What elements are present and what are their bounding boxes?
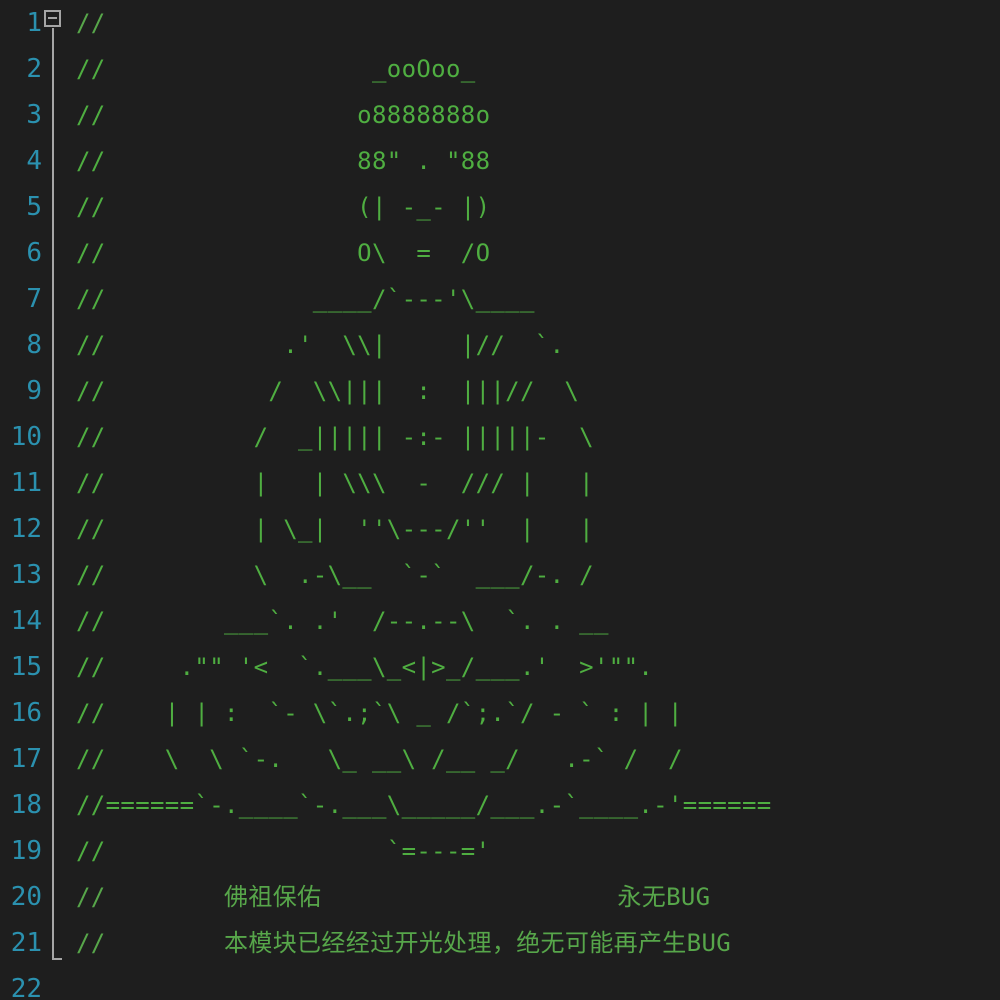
code-line[interactable]: // 本模块已经经过开光处理，绝无可能再产生BUG	[76, 920, 731, 966]
code-line[interactable]: // | | : `- \`.;`\ _ /`;.`/ - ` : | |	[76, 690, 683, 736]
code-line[interactable]: // \ \ `-. \_ __\ /__ _/ .-` / /	[76, 736, 683, 782]
code-line[interactable]: //	[76, 0, 106, 46]
code-line[interactable]: // .' \\| |// `.	[76, 322, 564, 368]
code-line[interactable]: // / \\||| : |||// \	[76, 368, 579, 414]
code-line[interactable]: // | | \\\ - /// | |	[76, 460, 594, 506]
code-area[interactable]: // // _ooOoo_ // o8888888o // 88" . "88 …	[0, 0, 1000, 1000]
code-line[interactable]: // (| -_- |)	[76, 184, 490, 230]
code-line[interactable]: // 88" . "88	[76, 138, 490, 184]
code-line[interactable]: // | \_| ''\---/'' | |	[76, 506, 594, 552]
code-line[interactable]: // \ .-\__ `-` ___/-. /	[76, 552, 594, 598]
code-line[interactable]: // _ooOoo_	[76, 46, 476, 92]
code-editor[interactable]: 1 2 3 4 5 6 7 8 9 10 11 12 13 14 15 16 1…	[0, 0, 1000, 1000]
code-line[interactable]: // o8888888o	[76, 92, 490, 138]
code-line[interactable]: //======`-.____`-.___\_____/___.-`____.-…	[76, 782, 772, 828]
code-line[interactable]: // `=---='	[76, 828, 490, 874]
code-line[interactable]: // ."" '< `.___\_<|>_/___.' >'"".	[76, 644, 653, 690]
code-line[interactable]: // 佛祖保佑 永无BUG	[76, 874, 710, 920]
code-line[interactable]: // ___`. .' /--.--\ `. . __	[76, 598, 609, 644]
code-line[interactable]: // ____/`---'\____	[76, 276, 535, 322]
code-line[interactable]: // / _||||| -:- |||||- \	[76, 414, 594, 460]
code-line[interactable]: // O\ = /O	[76, 230, 490, 276]
